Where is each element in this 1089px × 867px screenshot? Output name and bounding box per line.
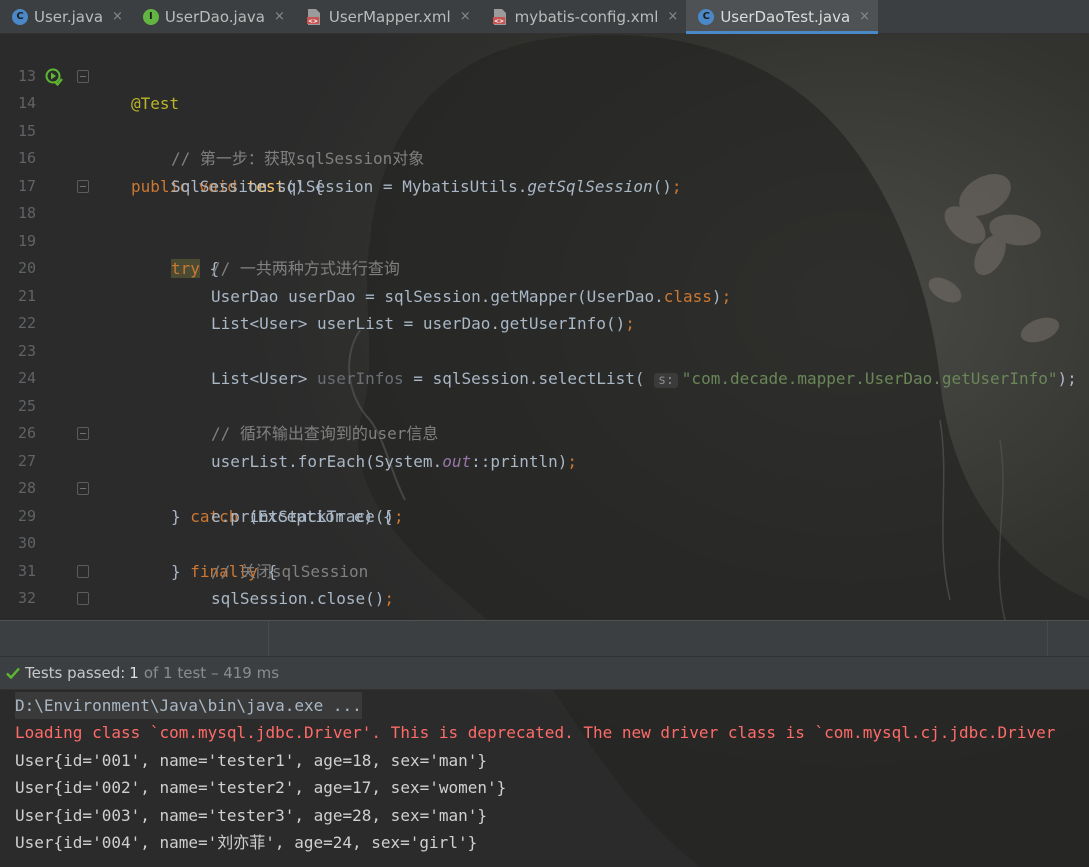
fold-marker-icon[interactable] [77, 427, 89, 440]
tests-passed-label: Tests passed: [25, 664, 126, 682]
code-line: 27 } catch (Exception e) { [0, 420, 1089, 526]
tab-mybatis-config-xml[interactable]: <> mybatis-config.xml × [479, 0, 687, 33]
code-line: 19 // 一共两种方式进行查询 [0, 200, 1089, 279]
code-line: 20 UserDao userDao = sqlSession.getMappe… [0, 228, 1089, 306]
test-status-bar: Tests passed: 1 of 1 test – 419 ms [0, 656, 1089, 690]
close-icon[interactable]: × [274, 9, 285, 24]
close-icon[interactable]: × [460, 9, 471, 24]
code-line: 18 try { [0, 173, 1089, 278]
code-line: 32 } [0, 558, 1089, 663]
code-editor[interactable]: 13 @Test 14 public void test() { 15 // 第… [0, 35, 1089, 691]
run-test-icon[interactable] [44, 67, 64, 87]
class-c-icon: C [12, 8, 28, 25]
editor-tab-bar: C User.java × I UserDao.java × <> UserMa… [0, 0, 1089, 34]
interface-i-icon: I [142, 8, 159, 25]
console-output-line: User{id='001', name='tester1', age=18, s… [15, 751, 488, 770]
code-line: 31 sqlSession.close(); [0, 530, 1089, 609]
tests-summary: of 1 test – 419 ms [143, 664, 280, 682]
code-line: 16 SqlSession sqlSession = MybatisUtils.… [0, 118, 1089, 196]
console-warning-line: Loading class `com.mysql.jdbc.Driver'. T… [15, 723, 1056, 742]
fold-marker-icon[interactable] [77, 69, 89, 83]
code-line: 30 // 关闭sqlSession [0, 503, 1089, 581]
code-line: 29 } finally { [0, 475, 1089, 581]
code-line: 28 e.printStackTrace(); [0, 448, 1089, 526]
tab-user-java[interactable]: C User.java × [0, 0, 131, 33]
tool-window-splitter[interactable] [0, 620, 1089, 656]
xml-file-icon: <> [305, 8, 323, 26]
fold-marker-icon[interactable] [77, 179, 89, 193]
code-line: 15 // 第一步：获取sqlSession对象 [0, 90, 1089, 169]
close-icon[interactable]: × [667, 9, 678, 24]
tests-passed-count: 1 [129, 664, 139, 682]
code-line: 13 @Test [0, 35, 1089, 114]
tab-label: User.java [34, 7, 104, 26]
tab-label: UserDao.java [164, 7, 265, 26]
code-line: 24 [0, 338, 1089, 387]
console-output-line: User{id='002', name='tester2', age=17, s… [15, 778, 507, 797]
close-icon[interactable]: × [859, 9, 870, 24]
fold-marker-icon[interactable] [77, 592, 89, 605]
tab-usermapper-xml[interactable]: <> UserMapper.xml × [293, 0, 479, 33]
fold-marker-icon[interactable] [77, 564, 89, 578]
tab-label: mybatis-config.xml [514, 7, 659, 26]
code-line: 33 } [0, 585, 1089, 691]
code-line: 21 List<User> userList = userDao.getUser… [0, 255, 1089, 334]
code-line: 17 [0, 145, 1089, 195]
console-output-line: User{id='003', name='tester3', age=28, s… [15, 806, 488, 825]
tab-userdaotest-java[interactable]: C UserDaoTest.java × [686, 0, 879, 34]
console-output-line: User{id='004', name='刘亦菲', age=24, sex='… [15, 833, 478, 852]
run-console[interactable]: D:\Environment\Java\bin\java.exe ... Loa… [0, 691, 1089, 867]
code-line: 25 // 循环输出查询到的user信息 [0, 365, 1089, 444]
svg-text:<>: <> [308, 18, 318, 25]
check-icon [6, 667, 20, 680]
xml-file-icon: <> [491, 8, 509, 26]
fold-marker-icon[interactable] [77, 482, 89, 495]
splitter-divider [1047, 621, 1048, 656]
tab-label: UserDaoTest.java [720, 7, 851, 26]
code-line: 26 userList.forEach(System.out::println)… [0, 393, 1089, 471]
code-line: 14 public void test() { [0, 63, 1089, 196]
svg-text:<>: <> [494, 18, 504, 25]
code-line: 22 [0, 283, 1089, 332]
splitter-divider [268, 621, 269, 656]
close-icon[interactable]: × [112, 9, 123, 24]
code-line: 23 List<User> userInfos = sqlSession.sel… [0, 310, 1089, 388]
tab-label: UserMapper.xml [328, 7, 451, 26]
class-c-icon: C [698, 8, 715, 25]
console-command-line[interactable]: D:\Environment\Java\bin\java.exe ... [15, 692, 362, 719]
tab-userdao-java[interactable]: I UserDao.java × [131, 0, 293, 33]
